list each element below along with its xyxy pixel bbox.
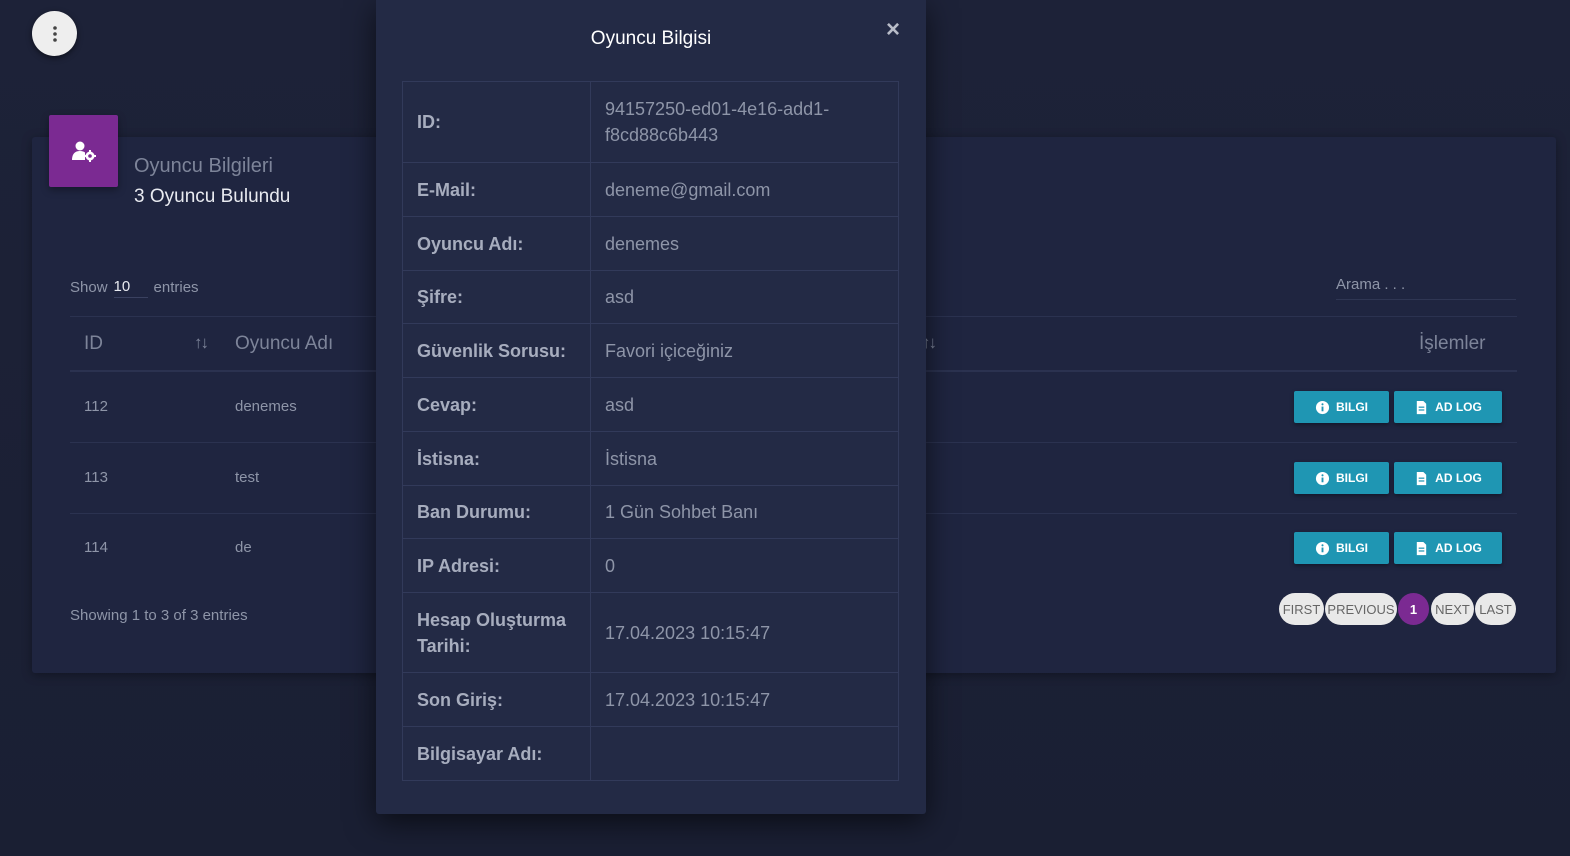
pager-previous[interactable]: PREVIOUS — [1325, 593, 1397, 625]
pager-next[interactable]: NEXT — [1431, 593, 1474, 625]
field-value: 17.04.2023 10:15:47 — [590, 672, 899, 727]
info-icon — [1315, 400, 1330, 414]
info-row-ip-address: IP Adresi: 0 — [402, 538, 899, 593]
info-row-computer-name: Bilgisayar Adı: — [402, 726, 899, 781]
info-row-security-question: Güvenlik Sorusu: Favori içiceğiniz — [402, 323, 899, 378]
column-header-id[interactable]: ID — [84, 333, 103, 355]
close-icon[interactable]: × — [886, 18, 900, 42]
modal-title: Oyuncu Bilgisi — [590, 28, 712, 49]
info-row-last-login: Son Giriş: 17.04.2023 10:15:47 — [402, 672, 899, 727]
show-label: Show — [70, 278, 108, 296]
field-label: ID: — [402, 81, 591, 163]
info-row-player-name: Oyuncu Adı: denemes — [402, 216, 899, 271]
pager-page-1[interactable]: 1 — [1398, 593, 1429, 625]
sort-icon[interactable]: ↑↓ — [194, 333, 209, 353]
info-icon — [1315, 471, 1330, 485]
info-row-created-at: Hesap Oluşturma Tarihi: 17.04.2023 10:15… — [402, 592, 899, 673]
info-button[interactable]: BILGI — [1294, 391, 1389, 423]
ad-log-button-label: AD LOG — [1435, 541, 1482, 555]
field-value: 17.04.2023 10:15:47 — [590, 592, 899, 673]
cell-name: test — [235, 469, 260, 486]
info-row-ban-status: Ban Durumu: 1 Gün Sohbet Banı — [402, 485, 899, 539]
field-label: Güvenlik Sorusu: — [402, 323, 591, 378]
field-value: İstisna — [590, 431, 899, 486]
field-label: Bilgisayar Adı: — [402, 726, 591, 781]
ad-log-button[interactable]: AD LOG — [1394, 532, 1502, 564]
document-icon — [1416, 400, 1427, 414]
cell-id: 114 — [84, 539, 108, 556]
cell-name: denemes — [235, 398, 297, 415]
ad-log-button-label: AD LOG — [1435, 400, 1482, 414]
pager-last[interactable]: LAST — [1475, 593, 1516, 625]
table-info: Showing 1 to 3 of 3 entries — [70, 607, 248, 624]
more-vert-icon — [52, 25, 57, 42]
info-row-exception: İstisna: İstisna — [402, 431, 899, 486]
field-value: 94157250-ed01-4e16-add1-f8cd88c6b443 — [590, 81, 899, 163]
field-label: Şifre: — [402, 270, 591, 324]
info-icon — [1315, 541, 1330, 555]
ad-log-button[interactable]: AD LOG — [1394, 391, 1502, 423]
more-options-button[interactable] — [32, 11, 77, 56]
card-header-icon-box — [49, 115, 118, 187]
field-label: Hesap Oluşturma Tarihi: — [402, 592, 591, 673]
pager-first[interactable]: FIRST — [1279, 593, 1324, 625]
card-subtitle: Oyuncu Bilgileri — [134, 155, 273, 177]
field-label: E-Mail: — [402, 162, 591, 217]
info-row-email: E-Mail: deneme@gmail.com — [402, 162, 899, 217]
field-label: Cevap: — [402, 377, 591, 432]
cell-id: 113 — [84, 469, 108, 486]
info-button[interactable]: BILGI — [1294, 462, 1389, 494]
document-icon — [1416, 541, 1427, 555]
field-value: asd — [590, 377, 899, 432]
field-value: 0 — [590, 538, 899, 593]
info-row-password: Şifre: asd — [402, 270, 899, 324]
user-gear-icon — [71, 141, 96, 162]
page-length-control: Show 10 entries — [70, 276, 199, 298]
ad-log-button-label: AD LOG — [1435, 471, 1482, 485]
info-button-label: BILGI — [1336, 471, 1368, 485]
cell-name: de — [235, 539, 252, 556]
info-button[interactable]: BILGI — [1294, 532, 1389, 564]
field-value: Favori içiceğiniz — [590, 323, 899, 378]
info-button-label: BILGI — [1336, 400, 1368, 414]
field-value: 1 Gün Sohbet Banı — [590, 485, 899, 539]
ad-log-button[interactable]: AD LOG — [1394, 462, 1502, 494]
entries-label: entries — [153, 278, 199, 296]
cell-id: 112 — [84, 398, 108, 415]
field-label: IP Adresi: — [402, 538, 591, 593]
field-value: asd — [590, 270, 899, 324]
field-label: Ban Durumu: — [402, 485, 591, 539]
page-length-select[interactable]: 10 — [113, 276, 148, 298]
field-value — [590, 726, 899, 781]
field-label: Son Giriş: — [402, 672, 591, 727]
field-label: Oyuncu Adı: — [402, 216, 591, 271]
info-row-answer: Cevap: asd — [402, 377, 899, 432]
search-input[interactable]: Arama . . . — [1336, 276, 1516, 300]
player-info-table: ID: 94157250-ed01-4e16-add1-f8cd88c6b443… — [402, 81, 899, 781]
card-title: 3 Oyuncu Bulundu — [134, 186, 291, 207]
player-info-modal: Oyuncu Bilgisi × ID: 94157250-ed01-4e16-… — [376, 0, 926, 814]
column-header-name[interactable]: Oyuncu Adı — [235, 333, 333, 355]
field-label: İstisna: — [402, 431, 591, 486]
document-icon — [1416, 471, 1427, 485]
info-button-label: BILGI — [1336, 541, 1368, 555]
column-header-actions: İşlemler — [1419, 333, 1486, 354]
info-row-id: ID: 94157250-ed01-4e16-add1-f8cd88c6b443 — [402, 81, 899, 163]
field-value: denemes — [590, 216, 899, 271]
field-value: deneme@gmail.com — [590, 162, 899, 217]
